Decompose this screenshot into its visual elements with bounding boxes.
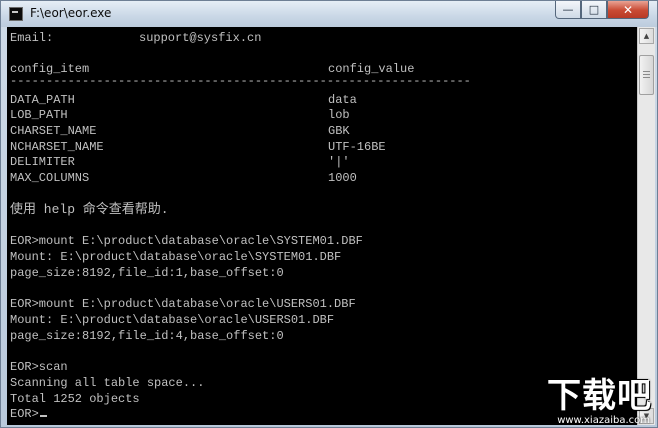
config-value: GBK: [328, 124, 350, 138]
config-item: DATA_PATH: [10, 93, 75, 107]
email-value: support@sysfix.cn: [139, 31, 262, 45]
console-window: F:\eor\eor.exe — □ ✕ Email: support@sysfi…: [0, 0, 658, 428]
watermark-text: 下载吧: [547, 376, 652, 416]
vertical-scrollbar[interactable]: ▲ ▼: [637, 27, 655, 425]
window-title: F:\eor\eor.exe: [30, 6, 112, 20]
config-value: '|': [328, 155, 350, 169]
arrow-up-icon: ▲: [643, 32, 650, 40]
output-line: Total 1252 objects: [10, 392, 140, 406]
config-value: UTF-16BE: [328, 140, 386, 154]
config-item: MAX_COLUMNS: [10, 171, 90, 185]
config-item: CHARSET_NAME: [10, 124, 97, 138]
config-row: NCHARSET_NAME UTF-16BE: [10, 140, 386, 155]
scrollbar-thumb[interactable]: [639, 55, 654, 95]
config-row: LOB_PATH lob: [10, 108, 350, 123]
output-line: Mount: E:\product\database\oracle\SYSTEM…: [10, 250, 342, 264]
help-hint: 使用 help 命令查看帮助.: [10, 202, 169, 217]
output-line: page_size:8192,file_id:1,base_offset:0: [10, 266, 284, 280]
title-bar[interactable]: F:\eor\eor.exe — □ ✕: [1, 1, 657, 27]
text-cursor: [39, 415, 47, 417]
config-row: DELIMITER '|': [10, 155, 350, 170]
config-row: MAX_COLUMNS 1000: [10, 171, 357, 186]
watermark-domain: www.xiazaiba.com: [557, 415, 650, 426]
command-line: EOR>scan: [10, 360, 68, 374]
config-value: lob: [328, 108, 350, 122]
config-value: 1000: [328, 171, 357, 185]
close-button[interactable]: ✕: [607, 1, 649, 19]
maximize-button[interactable]: □: [581, 1, 607, 19]
config-item: LOB_PATH: [10, 108, 68, 122]
output-line: Mount: E:\product\database\oracle\USERS0…: [10, 313, 335, 327]
command-line: EOR>mount E:\product\database\oracle\SYS…: [10, 234, 363, 248]
output-line: Scanning all table space...: [10, 376, 205, 390]
minimize-button[interactable]: —: [555, 1, 581, 19]
scroll-up-button[interactable]: ▲: [639, 28, 654, 44]
config-item: DELIMITER: [10, 155, 75, 169]
console-output[interactable]: Email: support@sysfix.cn config_item confi…: [7, 27, 637, 425]
config-row: DATA_PATH data: [10, 93, 357, 108]
console-app-icon[interactable]: [9, 7, 23, 21]
output-line: page_size:8192,file_id:4,base_offset:0: [10, 329, 284, 343]
email-label: Email:: [10, 31, 54, 45]
config-row: CHARSET_NAME GBK: [10, 124, 350, 139]
prompt: EOR>: [10, 407, 39, 421]
email-line: Email: support@sysfix.cn: [10, 31, 261, 46]
config-item: NCHARSET_NAME: [10, 140, 104, 154]
window-controls: — □ ✕: [555, 1, 649, 21]
config-value: data: [328, 93, 357, 107]
command-line: EOR>mount E:\product\database\oracle\USE…: [10, 297, 356, 311]
prompt-line[interactable]: EOR>: [10, 407, 47, 422]
config-separator: ----------------------------------------…: [10, 74, 471, 88]
watermark-logo: 下载吧 www.xiazaiba.com: [520, 368, 654, 426]
